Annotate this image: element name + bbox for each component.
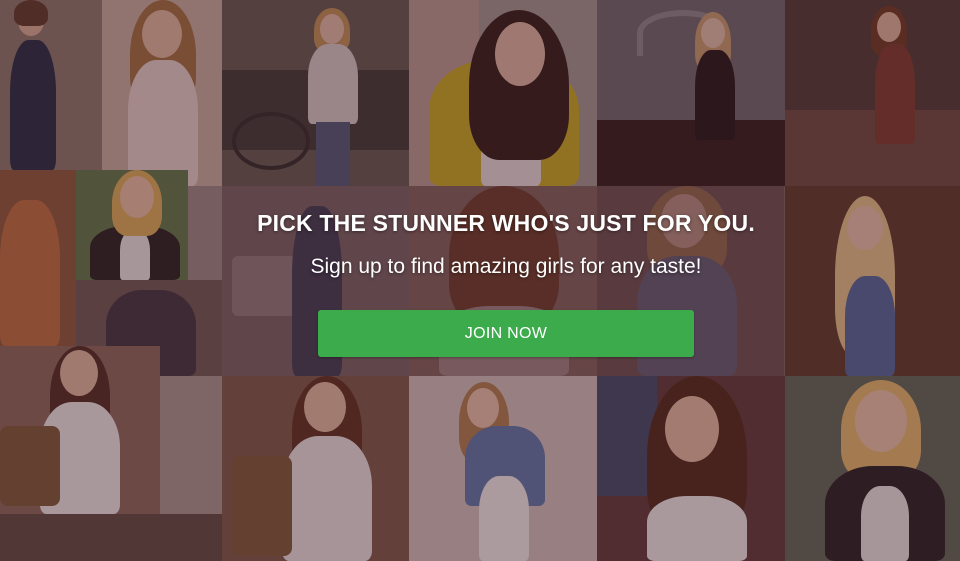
landing-hero: PICK THE STUNNER WHO'S JUST FOR YOU. Sig… bbox=[0, 0, 960, 561]
hero-subline: Sign up to find amazing girls for any ta… bbox=[310, 255, 702, 278]
join-now-button[interactable]: JOIN NOW bbox=[318, 310, 694, 357]
hero-headline: PICK THE STUNNER WHO'S JUST FOR YOU. bbox=[257, 210, 755, 236]
